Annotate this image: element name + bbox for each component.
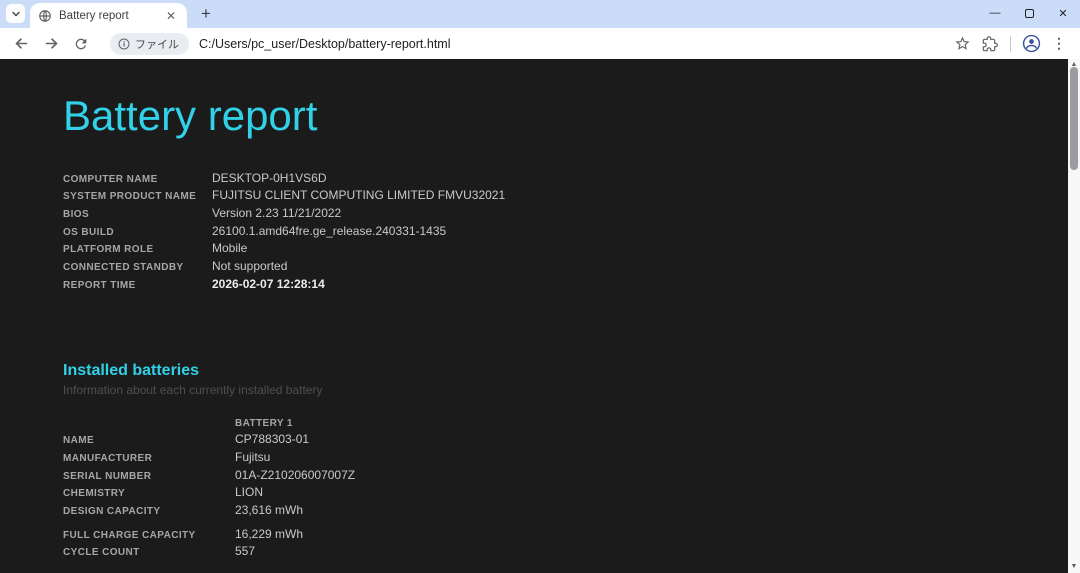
tab-strip: Battery report ✕ + — ✕ bbox=[0, 0, 1080, 28]
browser-toolbar: ファイル C:/Users/pc_user/Desktop/battery-re… bbox=[0, 28, 1080, 59]
report-content: Battery report COMPUTER NAME DESKTOP-0H1… bbox=[0, 59, 1080, 562]
field-value: 23,616 mWh bbox=[235, 503, 303, 517]
info-icon bbox=[118, 38, 130, 50]
table-row: CHEMISTRY LION bbox=[63, 485, 1080, 503]
profile-avatar-icon bbox=[1022, 34, 1041, 53]
tab-title: Battery report bbox=[59, 10, 163, 22]
minimize-button[interactable]: — bbox=[978, 0, 1012, 26]
field-label: CHEMISTRY bbox=[63, 488, 235, 499]
puzzle-icon bbox=[982, 36, 998, 52]
battery-info-table: NAME CP788303-01 MANUFACTURER Fujitsu SE… bbox=[63, 432, 1080, 562]
table-row: REPORT TIME 2026-02-07 12:28:14 bbox=[63, 277, 1080, 295]
back-arrow-icon bbox=[13, 35, 30, 52]
table-row: PLATFORM ROLE Mobile bbox=[63, 241, 1080, 259]
field-value: Mobile bbox=[212, 241, 247, 255]
url-text: C:/Users/pc_user/Desktop/battery-report.… bbox=[199, 37, 450, 51]
field-label: BIOS bbox=[63, 209, 212, 220]
new-tab-button[interactable]: + bbox=[193, 1, 219, 27]
field-value: 2026-02-07 12:28:14 bbox=[212, 277, 325, 291]
table-row: MANUFACTURER Fujitsu bbox=[63, 450, 1080, 468]
field-label: SERIAL NUMBER bbox=[63, 471, 235, 482]
table-row: BIOS Version 2.23 11/21/2022 bbox=[63, 206, 1080, 224]
field-value: FUJITSU CLIENT COMPUTING LIMITED FMVU320… bbox=[212, 188, 505, 202]
battery-report-page: Battery report COMPUTER NAME DESKTOP-0H1… bbox=[0, 59, 1080, 573]
page-scrollbar[interactable]: ▲ ▼ bbox=[1068, 59, 1080, 573]
site-info-chip-label: ファイル bbox=[135, 36, 179, 52]
field-label: REPORT TIME bbox=[63, 280, 212, 291]
reload-icon bbox=[73, 36, 89, 52]
forward-arrow-icon bbox=[43, 35, 60, 52]
table-row: DESIGN CAPACITY 23,616 mWh bbox=[63, 503, 1080, 521]
field-value: 16,229 mWh bbox=[235, 527, 303, 541]
forward-button[interactable] bbox=[38, 31, 64, 57]
field-value: 01A-Z210206007007Z bbox=[235, 468, 355, 482]
scrollbar-down-arrow-icon[interactable]: ▼ bbox=[1068, 561, 1080, 571]
table-row: CYCLE COUNT 557 bbox=[63, 544, 1080, 562]
field-value: Not supported bbox=[212, 259, 287, 273]
close-button[interactable]: ✕ bbox=[1046, 0, 1080, 26]
battery-column-header: BATTERY 1 bbox=[235, 418, 293, 429]
battery-column-header-row: BATTERY 1 bbox=[63, 413, 1080, 428]
toolbar-right: ⋮ bbox=[949, 31, 1072, 57]
extensions-button[interactable] bbox=[977, 31, 1003, 57]
profile-button[interactable] bbox=[1018, 31, 1044, 57]
maximize-icon bbox=[1025, 9, 1034, 18]
maximize-button[interactable] bbox=[1012, 0, 1046, 26]
field-label: MANUFACTURER bbox=[63, 453, 235, 464]
table-row: OS BUILD 26100.1.amd64fre.ge_release.240… bbox=[63, 224, 1080, 242]
table-row: NAME CP788303-01 bbox=[63, 432, 1080, 450]
field-label: OS BUILD bbox=[63, 227, 212, 238]
browser-window: Battery report ✕ + — ✕ bbox=[0, 0, 1080, 573]
bookmark-button[interactable] bbox=[949, 31, 975, 57]
table-row: COMPUTER NAME DESKTOP-0H1VS6D bbox=[63, 171, 1080, 189]
field-label: PLATFORM ROLE bbox=[63, 244, 212, 255]
browser-menu-button[interactable]: ⋮ bbox=[1046, 31, 1072, 57]
back-button[interactable] bbox=[8, 31, 34, 57]
table-row: SERIAL NUMBER 01A-Z210206007007Z bbox=[63, 468, 1080, 486]
field-label: NAME bbox=[63, 435, 235, 446]
table-row: FULL CHARGE CAPACITY 16,229 mWh bbox=[63, 527, 1080, 545]
field-value: LION bbox=[235, 485, 263, 499]
field-value: CP788303-01 bbox=[235, 432, 309, 446]
toolbar-separator bbox=[1010, 36, 1011, 52]
field-value: 557 bbox=[235, 544, 255, 558]
tab-search-button[interactable] bbox=[6, 4, 25, 23]
field-label: DESIGN CAPACITY bbox=[63, 506, 235, 517]
chevron-down-icon bbox=[11, 9, 21, 19]
tab-battery-report[interactable]: Battery report ✕ bbox=[30, 3, 187, 28]
site-info-chip[interactable]: ファイル bbox=[110, 33, 189, 55]
kebab-menu-icon: ⋮ bbox=[1052, 35, 1066, 52]
table-row: CONNECTED STANDBY Not supported bbox=[63, 259, 1080, 277]
section-heading-installed-batteries: Installed batteries bbox=[63, 360, 1080, 382]
field-value: 26100.1.amd64fre.ge_release.240331-1435 bbox=[212, 224, 446, 238]
tab-close-button[interactable]: ✕ bbox=[163, 8, 179, 24]
page-title: Battery report bbox=[63, 91, 1080, 141]
field-label: CONNECTED STANDBY bbox=[63, 262, 212, 273]
field-label: CYCLE COUNT bbox=[63, 547, 235, 558]
window-controls: — ✕ bbox=[978, 0, 1080, 26]
globe-favicon-icon bbox=[38, 9, 52, 23]
field-value: Version 2.23 11/21/2022 bbox=[212, 206, 341, 220]
field-label: COMPUTER NAME bbox=[63, 174, 212, 185]
system-info-table: COMPUTER NAME DESKTOP-0H1VS6D SYSTEM PRO… bbox=[63, 171, 1080, 295]
field-value: DESKTOP-0H1VS6D bbox=[212, 171, 327, 185]
section-subtitle: Information about each currently install… bbox=[63, 383, 1080, 398]
scrollbar-thumb[interactable] bbox=[1070, 67, 1078, 170]
reload-button[interactable] bbox=[68, 31, 94, 57]
field-label: FULL CHARGE CAPACITY bbox=[63, 530, 235, 541]
field-label: SYSTEM PRODUCT NAME bbox=[63, 191, 212, 202]
address-bar[interactable]: ファイル C:/Users/pc_user/Desktop/battery-re… bbox=[104, 30, 943, 58]
field-value: Fujitsu bbox=[235, 450, 270, 464]
star-icon bbox=[954, 35, 971, 52]
table-row: SYSTEM PRODUCT NAME FUJITSU CLIENT COMPU… bbox=[63, 188, 1080, 206]
